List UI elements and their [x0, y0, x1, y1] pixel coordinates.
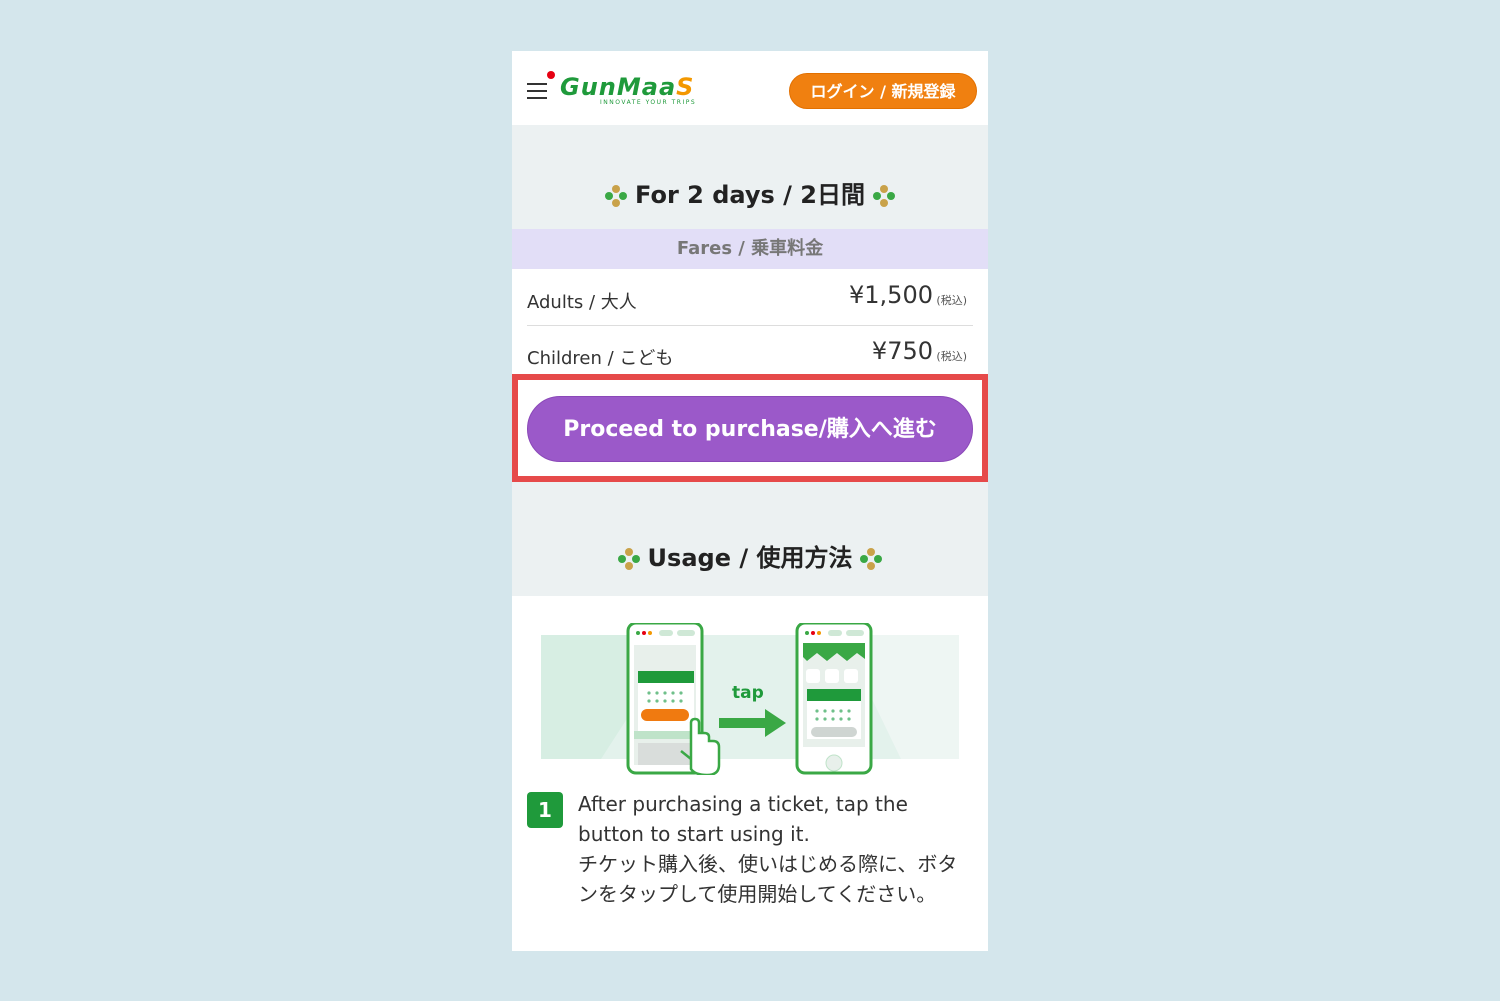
logo-tagline: INNOVATE YOUR TRIPS — [600, 99, 697, 106]
step-number-badge: 1 — [527, 792, 563, 828]
usage-illustration: tap — [541, 623, 959, 775]
usage-title-section: Usage / 使用方法 — [512, 482, 988, 596]
notification-dot-icon — [547, 71, 555, 79]
phone-screen: GunMaaS INNOVATE YOUR TRIPS ログイン / 新規登録 … — [512, 51, 988, 951]
tap-label: tap — [732, 683, 764, 703]
gunmaas-logo[interactable]: GunMaaS INNOVATE YOUR TRIPS — [560, 73, 740, 107]
login-register-button[interactable]: ログイン / 新規登録 — [789, 73, 977, 109]
pass-title: For 2 days / 2日間 — [512, 175, 988, 210]
phone-after-icon — [795, 623, 873, 775]
proceed-to-purchase-button[interactable]: Proceed to purchase/購入へ進む — [527, 396, 973, 462]
hamburger-menu-icon[interactable] — [527, 83, 547, 99]
step-description: After purchasing a ticket, tap the butto… — [578, 792, 958, 906]
usage-title: Usage / 使用方法 — [512, 538, 988, 573]
site-header: GunMaaS INNOVATE YOUR TRIPS ログイン / 新規登録 — [512, 51, 988, 125]
fare-row-adults: Adults / 大人 ¥1,500 (税込) — [527, 281, 967, 313]
fares-header: Fares / 乗車料金 — [512, 229, 988, 269]
clover-icon — [872, 185, 895, 207]
pass-title-section: For 2 days / 2日間 — [512, 125, 988, 229]
clover-icon — [860, 548, 883, 570]
clover-icon — [617, 548, 640, 570]
clover-icon — [605, 185, 628, 207]
